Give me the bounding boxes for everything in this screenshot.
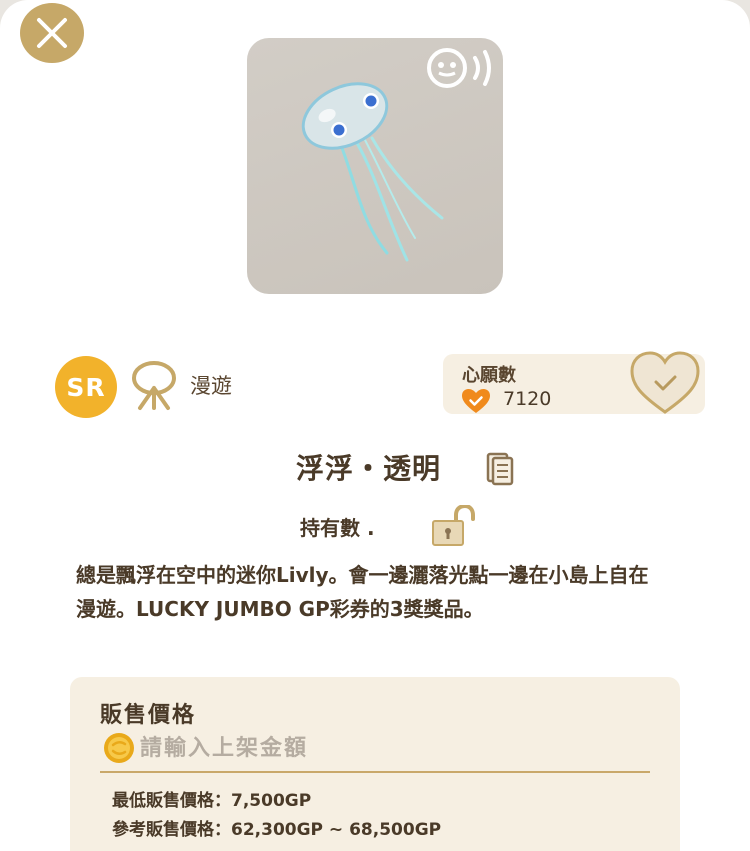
owned-count-label: 持有數 .	[300, 516, 375, 540]
motion-icon	[132, 361, 176, 410]
motion-type-label: 漫遊	[190, 374, 232, 398]
heart-icon	[462, 389, 490, 413]
doc-icon[interactable]	[486, 450, 514, 486]
wishlist-count: 7120	[503, 388, 552, 410]
sale-price-title: 販售價格	[100, 703, 197, 728]
min-sale-price: 最低販售價格：7,500GP	[112, 791, 312, 811]
close-button[interactable]	[20, 3, 84, 63]
lock-icon[interactable]	[431, 505, 475, 547]
rarity-badge: SR	[55, 356, 117, 418]
close-icon	[37, 18, 67, 48]
item-name: 浮浮・透明	[296, 452, 442, 485]
coin-icon	[104, 733, 134, 763]
sale-price-input[interactable]	[140, 730, 645, 766]
price-input-underline	[100, 771, 650, 773]
reference-sale-price: 參考販售價格：62,300GP ~ 68,500GP	[112, 820, 442, 840]
sound-icon[interactable]	[425, 46, 497, 90]
wishlist-heart-button[interactable]	[629, 350, 701, 416]
wishlist-title: 心願數	[462, 365, 516, 386]
item-description: 總是飄浮在空中的迷你Livly。會一邊灑落光點一邊在小島上自在漫遊。LUCKY …	[76, 563, 649, 621]
